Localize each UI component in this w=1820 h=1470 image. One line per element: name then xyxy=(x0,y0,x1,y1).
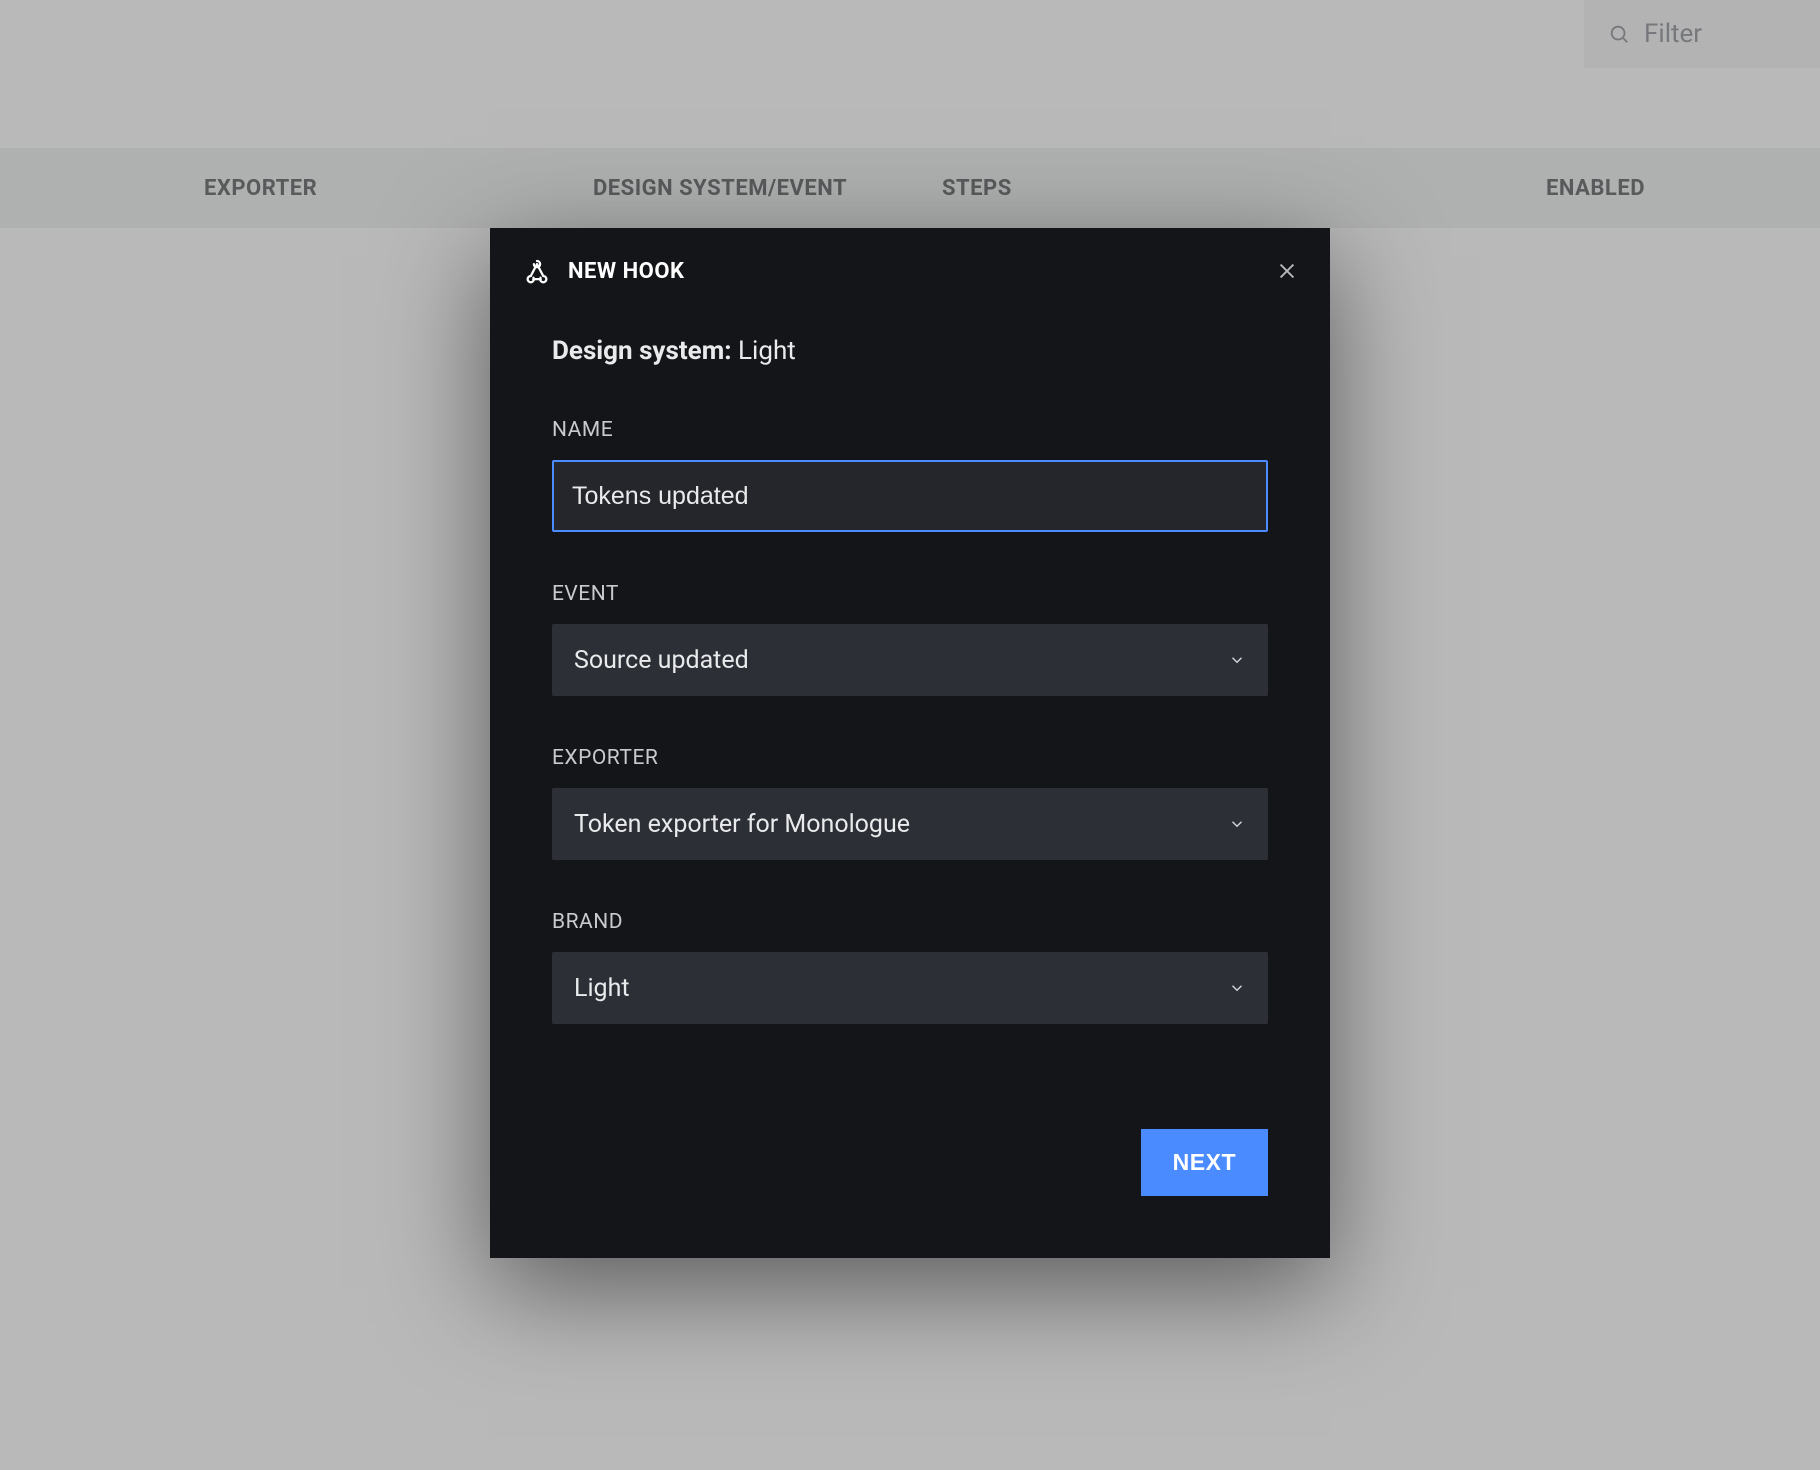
modal-header: NEW HOOK xyxy=(490,228,1330,296)
brand-value: Light xyxy=(574,974,630,1003)
event-label: EVENT xyxy=(552,582,1268,606)
brand-select[interactable]: Light xyxy=(552,952,1268,1024)
webhook-icon xyxy=(522,256,552,286)
event-select[interactable]: Source updated xyxy=(552,624,1268,696)
design-system-value: Light xyxy=(738,336,796,366)
exporter-value: Token exporter for Monologue xyxy=(574,810,910,839)
close-button[interactable] xyxy=(1276,260,1298,282)
chevron-down-icon xyxy=(1228,979,1246,997)
new-hook-modal: NEW HOOK Design system: Light NAME EVENT… xyxy=(490,228,1330,1258)
modal-footer: NEXT xyxy=(1141,1129,1268,1196)
next-button[interactable]: NEXT xyxy=(1141,1129,1268,1196)
modal-title: NEW HOOK xyxy=(568,259,1276,284)
name-input[interactable] xyxy=(552,460,1268,532)
design-system-label: Design system: xyxy=(552,336,732,366)
brand-label: BRAND xyxy=(552,910,1268,934)
design-system-line: Design system: Light xyxy=(552,336,1268,366)
name-label: NAME xyxy=(552,418,1268,442)
modal-body: Design system: Light NAME EVENT Source u… xyxy=(490,296,1330,1024)
exporter-label: EXPORTER xyxy=(552,746,1268,770)
chevron-down-icon xyxy=(1228,651,1246,669)
chevron-down-icon xyxy=(1228,815,1246,833)
exporter-select[interactable]: Token exporter for Monologue xyxy=(552,788,1268,860)
event-value: Source updated xyxy=(574,646,749,675)
